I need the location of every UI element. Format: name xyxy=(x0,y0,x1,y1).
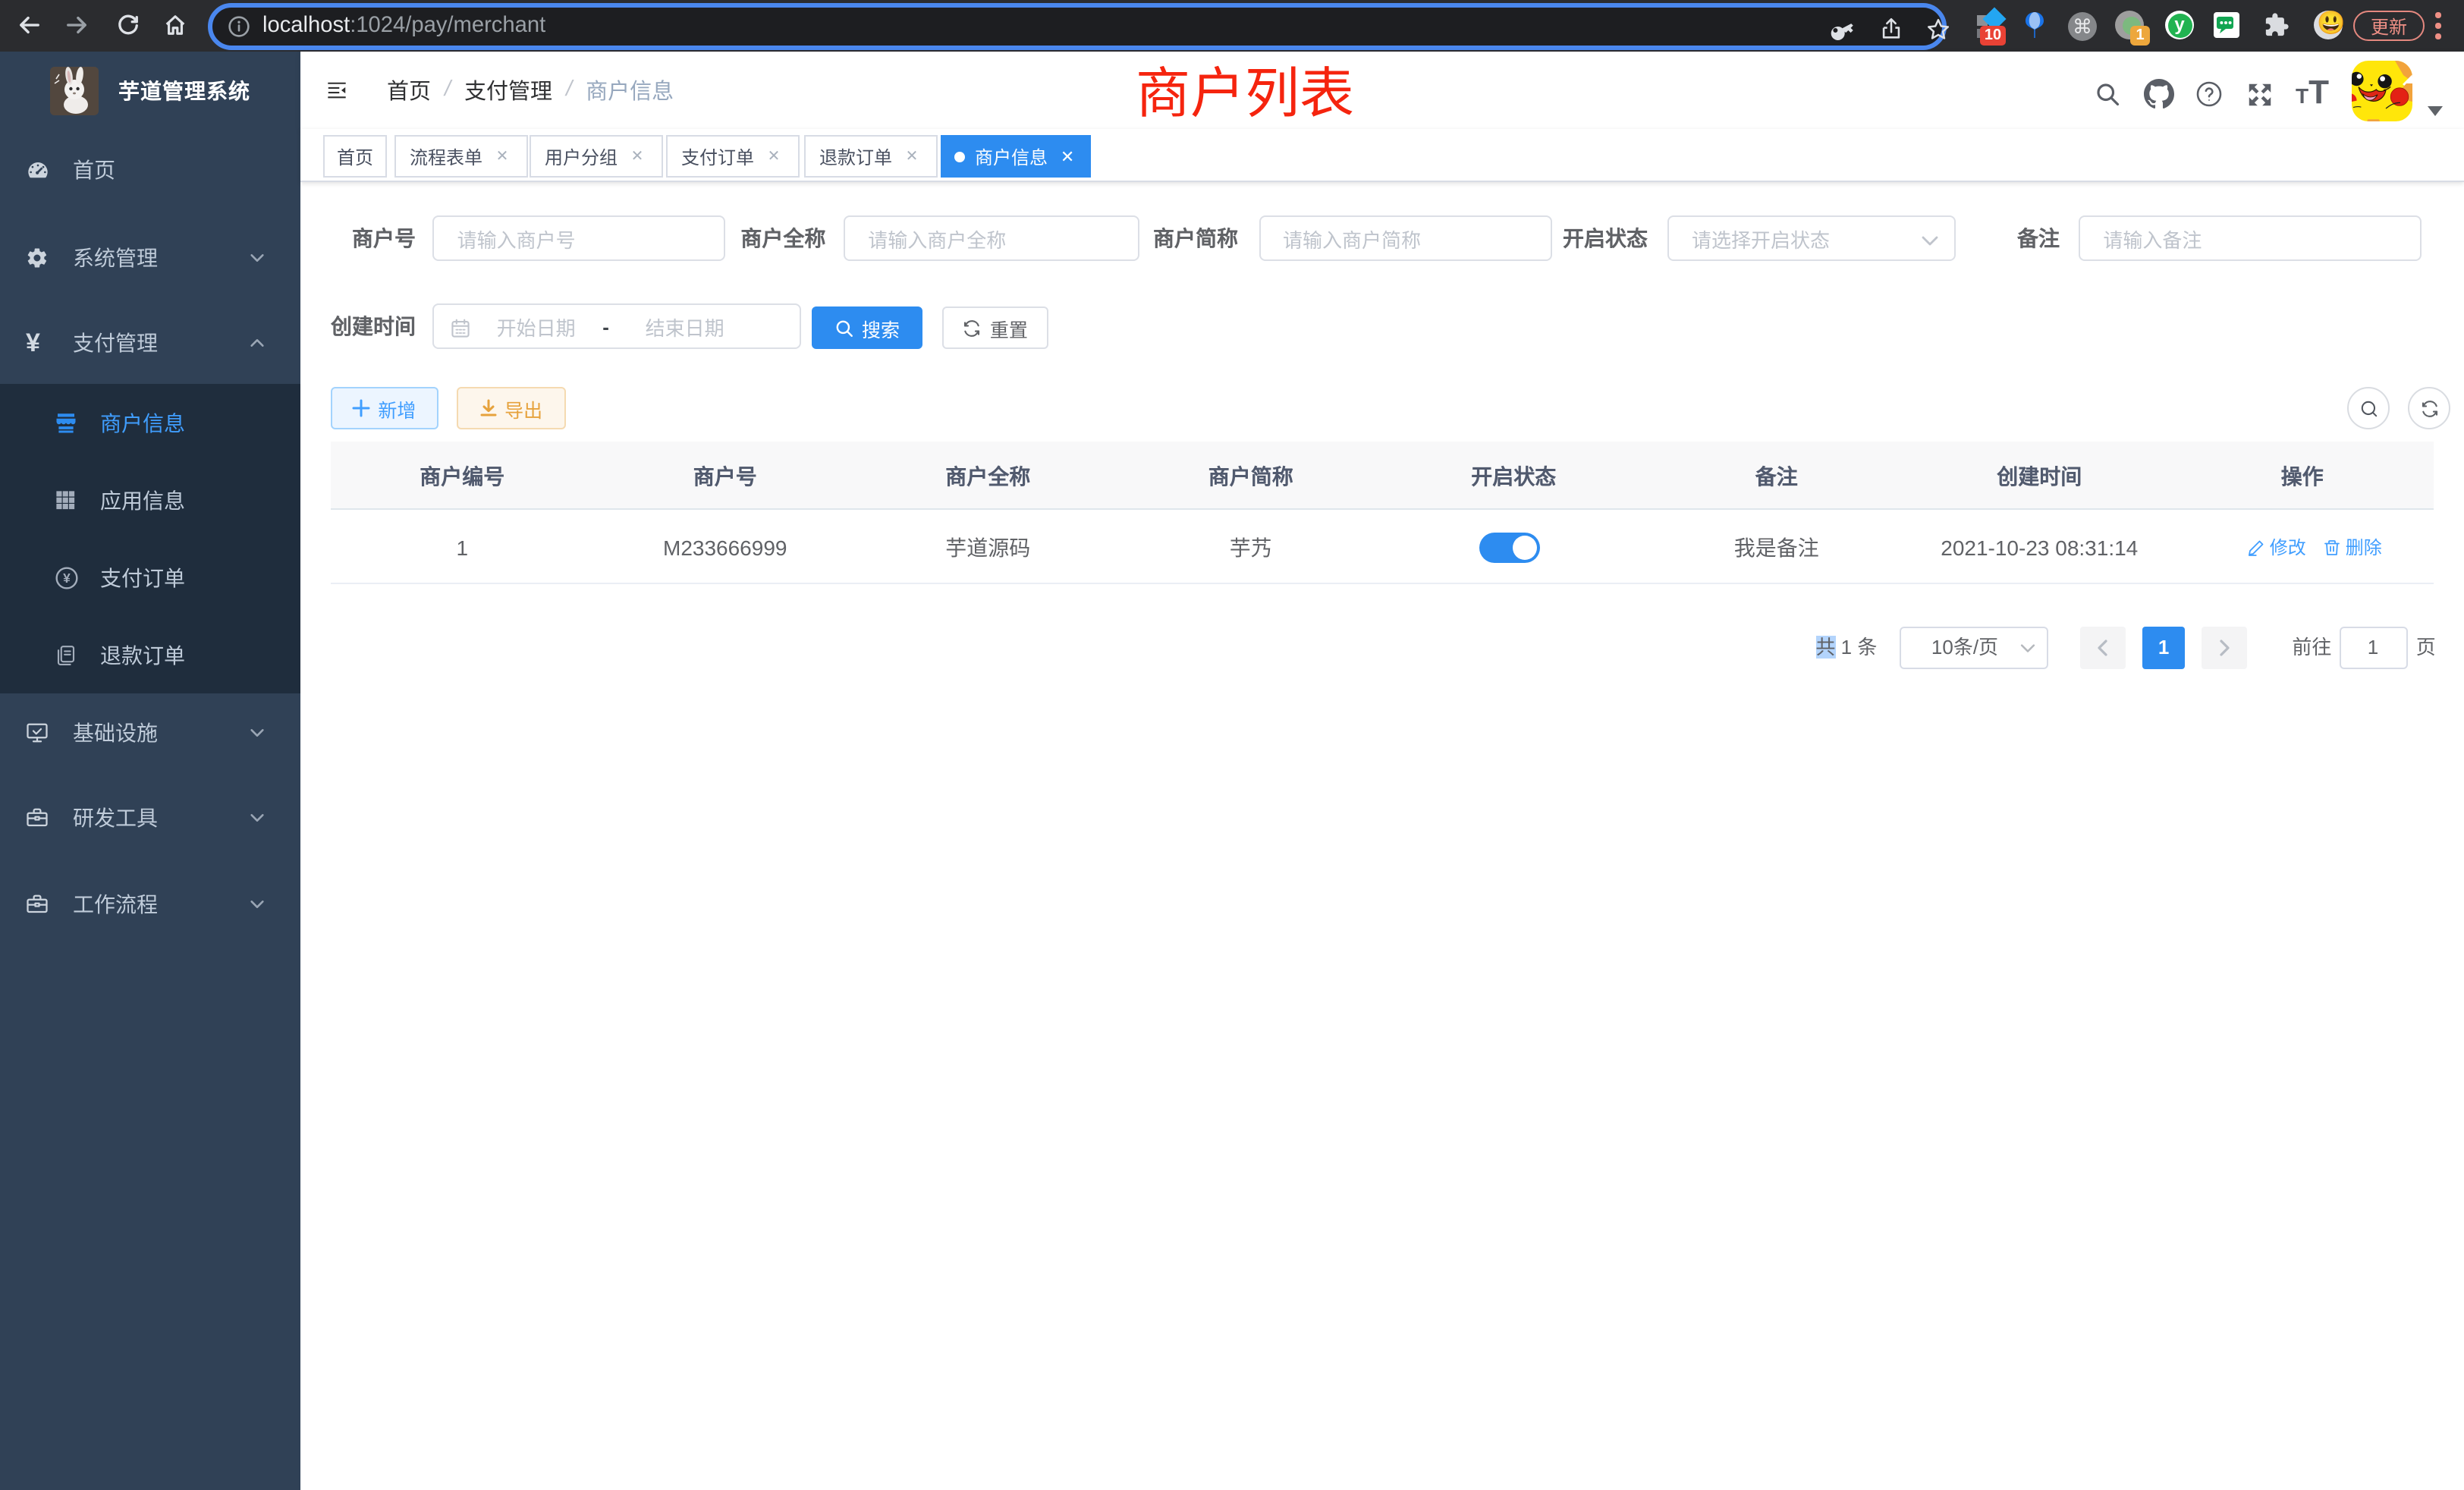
svg-text:¥: ¥ xyxy=(63,570,71,585)
